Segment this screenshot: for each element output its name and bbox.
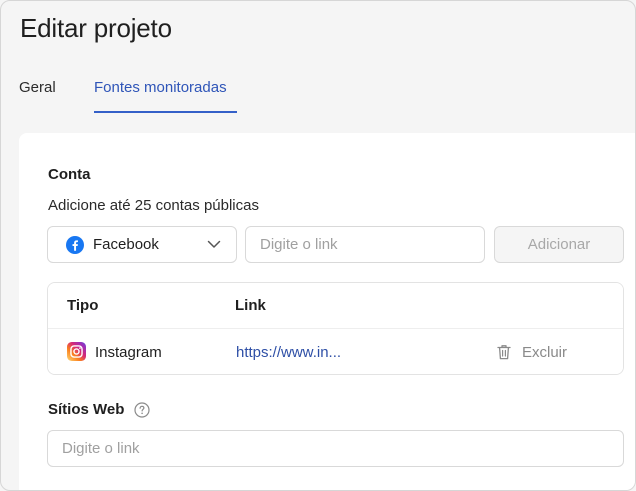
add-account-button[interactable]: Adicionar [494, 226, 624, 263]
account-link-input[interactable] [245, 226, 485, 263]
column-header-link: Link [235, 297, 266, 314]
facebook-icon [66, 235, 84, 254]
websites-section-label: Sítios Web [48, 401, 151, 418]
account-section-label: Conta [48, 166, 91, 183]
tab-general[interactable]: Geral [19, 79, 56, 96]
delete-button[interactable]: Excluir [497, 341, 567, 363]
delete-label: Excluir [522, 343, 568, 361]
row-link[interactable]: https://www.in... [236, 344, 341, 361]
platform-select[interactable]: Facebook [47, 226, 237, 263]
tab-monitored-sources[interactable]: Fontes monitoradas [94, 79, 227, 96]
table-header: Tipo Link [48, 283, 623, 329]
edit-project-panel: Editar projeto Geral Fontes monitoradas … [0, 0, 636, 491]
website-link-input[interactable] [47, 430, 624, 467]
column-header-type: Tipo [67, 297, 99, 314]
sources-card: Conta Adicione até 25 contas públicas Fa… [19, 133, 635, 490]
page-title: Editar projeto [20, 13, 172, 43]
question-circle-icon[interactable] [134, 401, 151, 418]
instagram-icon [67, 342, 86, 361]
chevron-down-icon [207, 240, 221, 248]
accounts-table: Tipo Link Instagram https://www.in... Ex… [47, 282, 624, 375]
websites-label-text: Sítios Web [48, 401, 125, 418]
platform-select-value: Facebook [93, 236, 159, 253]
active-tab-indicator [94, 111, 237, 113]
row-type-label: Instagram [95, 344, 162, 361]
trash-icon [497, 345, 511, 360]
account-helper-text: Adicione até 25 contas públicas [48, 197, 259, 214]
table-row: Instagram https://www.in... Excluir [48, 329, 623, 374]
